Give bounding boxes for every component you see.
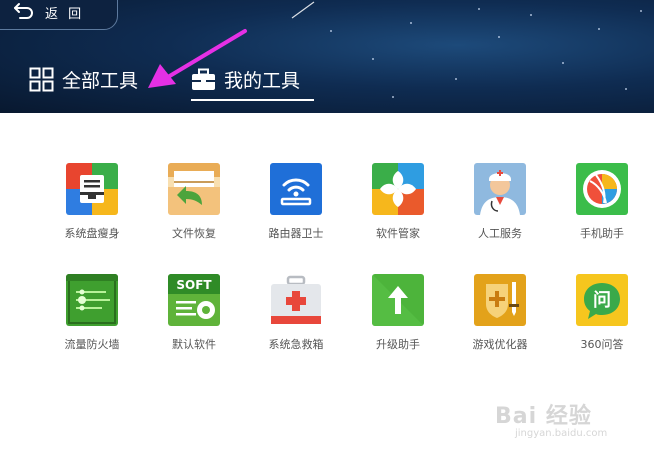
annotation-arrow-icon [148, 29, 247, 88]
tool-360-qa[interactable]: 问 360问答 [552, 274, 652, 352]
star [530, 14, 532, 16]
upgrade-arrow-icon [372, 274, 424, 326]
tool-software-manager[interactable]: 软件管家 [348, 163, 448, 241]
tool-label: 系统急救箱 [268, 338, 324, 351]
tool-label: 游戏优化器 [472, 338, 528, 351]
star [455, 78, 457, 80]
tool-label: 流量防火墙 [64, 338, 120, 351]
tab-all-tools-label: 全部工具 [62, 70, 139, 92]
router-guard-icon [270, 163, 322, 215]
watermark-main: Bai 经验 [495, 404, 592, 429]
disk-slim-icon [66, 163, 118, 215]
star [372, 58, 374, 60]
star [498, 36, 500, 38]
grid-icon [29, 67, 54, 92]
star [392, 96, 394, 98]
traffic-firewall-icon [66, 274, 118, 326]
software-manager-icon [372, 163, 424, 215]
star [410, 22, 412, 24]
back-arrow-icon [14, 3, 33, 19]
tool-upgrade-assistant[interactable]: 升级助手 [348, 274, 448, 352]
phone-assistant-icon [576, 163, 628, 215]
tool-router-guard[interactable]: 路由器卫士 [246, 163, 346, 241]
svg-text:SOFT: SOFT [176, 278, 212, 292]
qa-icon: 问 [576, 274, 628, 326]
watermark: Bai 经验 jingyan.baidu.com [495, 398, 607, 439]
tool-label: 升级助手 [376, 338, 420, 351]
tool-label: 默认软件 [172, 338, 216, 351]
tool-label: 系统盘瘦身 [64, 227, 120, 240]
tool-phone-assistant[interactable]: 手机助手 [552, 163, 652, 241]
tool-label: 人工服务 [478, 227, 522, 240]
star [625, 88, 627, 90]
star [598, 28, 600, 30]
star [478, 8, 480, 10]
tool-file-recovery[interactable]: 文件恢复 [144, 163, 244, 241]
light-streak [291, 1, 315, 19]
default-software-icon: SOFT [168, 274, 220, 326]
file-recovery-icon [168, 163, 220, 215]
star [330, 30, 332, 32]
tool-label: 文件恢复 [172, 227, 216, 240]
tool-traffic-firewall[interactable]: 流量防火墙 [42, 274, 142, 352]
doctor-icon [474, 163, 526, 215]
back-label: 返 回 [45, 6, 85, 22]
star [562, 62, 564, 64]
tool-label: 手机助手 [580, 227, 624, 240]
tool-default-software[interactable]: SOFT 默认软件 [144, 274, 244, 352]
tool-label: 软件管家 [376, 227, 420, 240]
tab-all-tools[interactable]: 全部工具 [29, 66, 138, 93]
header-banner: 返 回 全部工具 我的工具 [0, 0, 654, 113]
tool-game-optimizer[interactable]: 游戏优化器 [450, 274, 550, 352]
star [640, 10, 642, 12]
tool-label: 360问答 [580, 338, 624, 351]
svg-text:问: 问 [593, 290, 611, 311]
game-optimizer-icon [474, 274, 526, 326]
tool-first-aid-kit[interactable]: 系统急救箱 [246, 274, 346, 352]
tool-disk-slim[interactable]: 系统盘瘦身 [42, 163, 142, 241]
tool-manual-service[interactable]: 人工服务 [450, 163, 550, 241]
back-button[interactable]: 返 回 [0, 0, 118, 30]
first-aid-kit-icon [270, 274, 322, 326]
tool-label: 路由器卫士 [268, 227, 324, 240]
